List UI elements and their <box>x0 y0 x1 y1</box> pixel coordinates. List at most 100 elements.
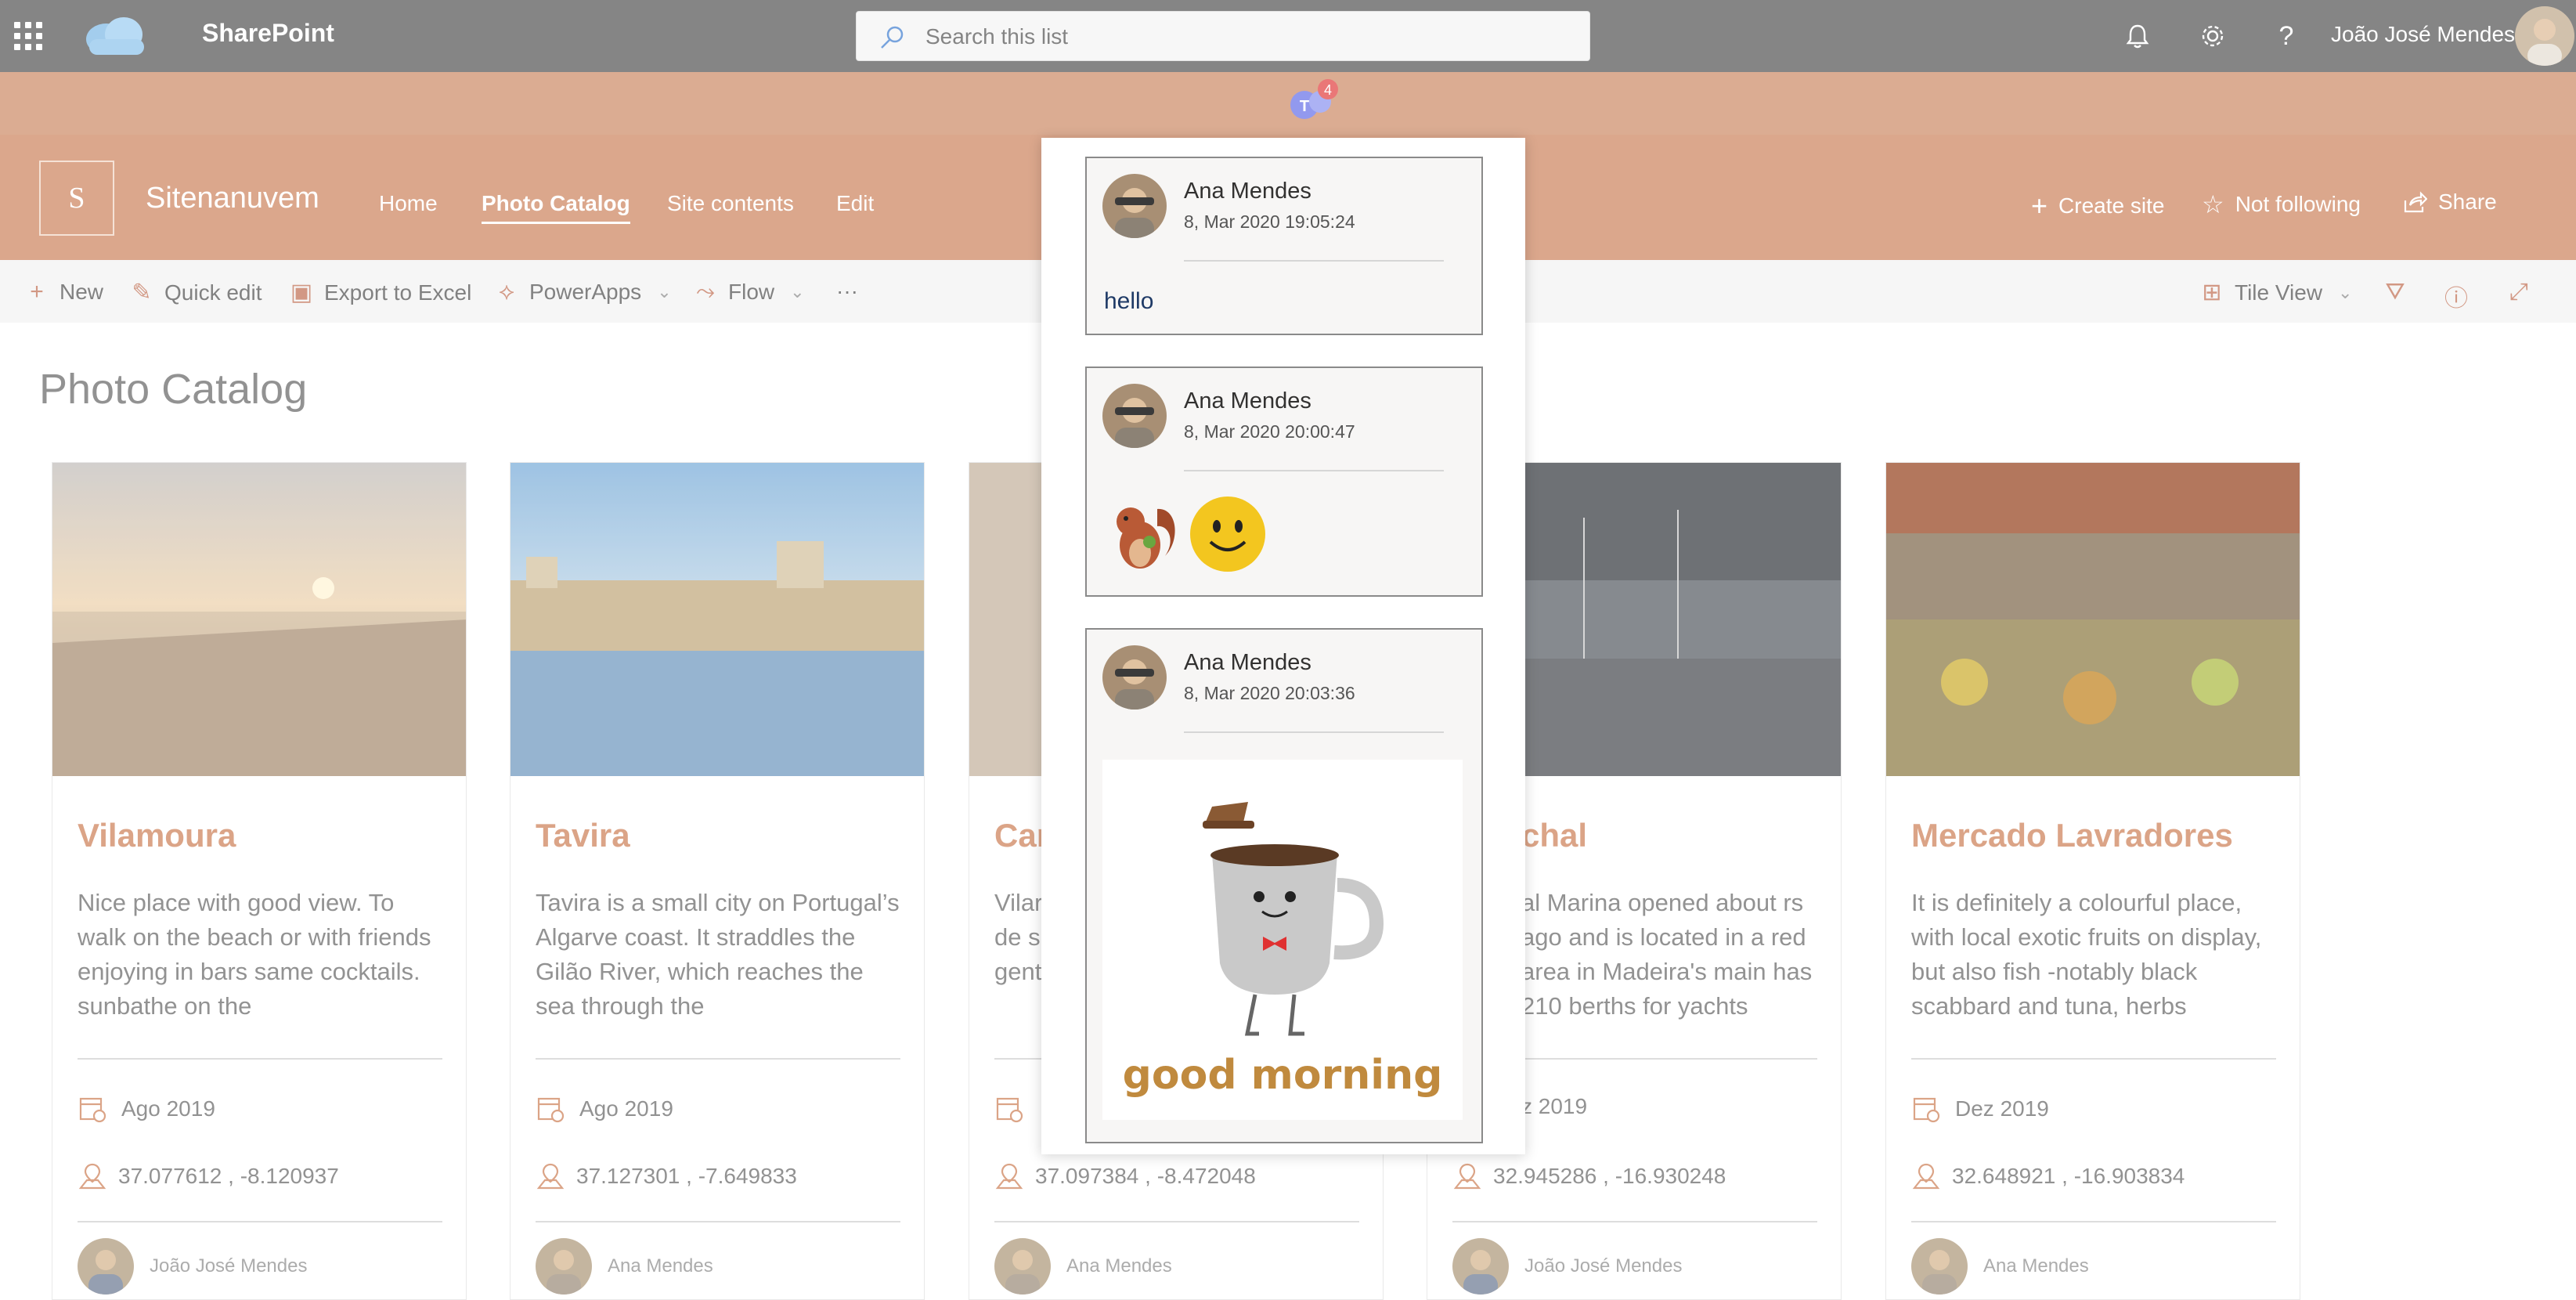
tile-coords-text: 37.127301 , -7.649833 <box>576 1164 797 1188</box>
search-icon <box>881 26 904 49</box>
page-title: Photo Catalog <box>39 366 308 413</box>
site-name[interactable]: Sitenanuvem <box>146 182 319 215</box>
author-avatar <box>1452 1238 1509 1295</box>
view-label: Tile View <box>2235 280 2323 305</box>
notifications-icon[interactable] <box>2119 17 2156 55</box>
chat-message[interactable]: Ana Mendes 8, Mar 2020 20:00:47 <box>1085 367 1483 597</box>
divider <box>1184 470 1444 471</box>
divider <box>536 1058 900 1060</box>
user-name[interactable]: João José Mendes <box>2331 22 2515 47</box>
export-label: Export to Excel <box>324 280 472 305</box>
tile-coords-text: 32.945286 , -16.930248 <box>1493 1164 1726 1188</box>
export-excel-button[interactable]: ▣ Export to Excel <box>288 279 472 306</box>
gif-caption: good morning <box>1123 1052 1443 1099</box>
message-avatar <box>1102 384 1167 448</box>
tile-title[interactable]: Vilamoura <box>78 817 236 854</box>
tile-card[interactable]: Vilamoura Nice place with good view. To … <box>52 462 467 1300</box>
author-avatar <box>536 1238 592 1295</box>
chevron-down-icon: ⌄ <box>657 282 672 302</box>
author-avatar <box>1911 1238 1968 1295</box>
tile-author: Ana Mendes <box>1911 1238 2089 1295</box>
divider <box>1911 1058 2276 1060</box>
divider <box>78 1058 442 1060</box>
tile-date: Ago 2019 <box>78 1094 215 1124</box>
teams-icon[interactable]: T 4 <box>1281 78 1340 128</box>
flow-label: Flow <box>728 280 775 304</box>
message-time: 8, Mar 2020 19:05:24 <box>1184 211 1355 232</box>
flow-button[interactable]: ⤳ Flow ⌄ <box>692 279 805 305</box>
filter-icon: ⛛ <box>2385 279 2405 305</box>
tile-date-text: Dez 2019 <box>1955 1096 2049 1121</box>
tile-author: João José Mendes <box>78 1238 307 1295</box>
more-icon: ··· <box>836 279 858 303</box>
tile-coordinates: 32.945286 , -16.930248 <box>1452 1161 1726 1191</box>
star-icon: ☆ <box>2202 190 2224 218</box>
tile-coordinates: 37.127301 , -7.649833 <box>536 1161 797 1191</box>
tile-card[interactable]: Tavira Tavira is a small city on Portuga… <box>510 462 925 1300</box>
settings-icon[interactable] <box>2194 17 2231 55</box>
map-pin-icon <box>1912 1163 1940 1190</box>
tile-title[interactable]: Mercado Lavradores <box>1911 817 2233 854</box>
tile-coords-text: 37.097384 , -8.472048 <box>1035 1164 1256 1188</box>
tile-title[interactable]: chal <box>1521 817 1587 854</box>
more-button[interactable]: ··· <box>836 279 858 304</box>
squirrel-emoji-icon <box>1117 507 1175 569</box>
author-avatar <box>78 1238 134 1295</box>
filter-button[interactable]: ⛛ <box>2382 279 2408 305</box>
view-switcher[interactable]: ⊞ Tile View ⌄ <box>2199 279 2352 306</box>
message-avatar <box>1102 645 1167 710</box>
tile-coordinates: 37.077612 , -8.120937 <box>78 1161 339 1191</box>
search-box[interactable] <box>856 11 1590 61</box>
nav-home[interactable]: Home <box>379 191 438 216</box>
site-logo[interactable]: S <box>39 161 114 236</box>
nav-photo-catalog[interactable]: Photo Catalog <box>482 191 630 224</box>
waffle-icon[interactable] <box>14 22 42 50</box>
tile-date-text: Ago 2019 <box>579 1096 673 1121</box>
share-label: Share <box>2438 190 2497 214</box>
info-button[interactable]: ⓘ <box>2443 279 2470 313</box>
teams-badge-count: 4 <box>1324 82 1332 98</box>
nav-edit[interactable]: Edit <box>836 191 874 216</box>
nav-site-contents[interactable]: Site contents <box>667 191 794 216</box>
tile-author: Ana Mendes <box>994 1238 1172 1295</box>
svg-text:T: T <box>1300 98 1309 115</box>
calendar-icon <box>79 1097 106 1123</box>
author-name: João José Mendes <box>1524 1255 1683 1277</box>
powerapps-button[interactable]: ⟡ PowerApps ⌄ <box>493 279 672 305</box>
share-button[interactable]: Share <box>2404 190 2497 215</box>
app-name[interactable]: SharePoint <box>202 19 334 48</box>
tile-description: Tavira is a small city on Portugal’s Alg… <box>536 889 900 1020</box>
chat-message[interactable]: Ana Mendes 8, Mar 2020 20:03:36 good mor… <box>1085 628 1483 1143</box>
create-site-label: Create site <box>2058 193 2165 218</box>
good-morning-gif[interactable]: good morning <box>1102 760 1463 1120</box>
new-button[interactable]: + New <box>23 279 103 305</box>
quick-edit-button[interactable]: ✎ Quick edit <box>128 279 262 306</box>
not-following-button[interactable]: ☆ Not following <box>2202 190 2361 219</box>
tile-card[interactable]: Mercado Lavradores It is definitely a co… <box>1885 462 2300 1300</box>
plus-icon: + <box>2031 190 2048 222</box>
search-input[interactable] <box>925 21 1568 52</box>
divider <box>1452 1221 1817 1222</box>
teams-chat-panel[interactable]: Ana Mendes 8, Mar 2020 19:05:24 hello An… <box>1041 138 1525 1154</box>
chat-message[interactable]: Ana Mendes 8, Mar 2020 19:05:24 hello <box>1085 157 1483 335</box>
divider <box>1911 1221 2276 1222</box>
tile-date-text: z 2019 <box>1521 1094 1588 1118</box>
user-avatar[interactable] <box>2515 6 2574 66</box>
message-text: hello <box>1104 288 1154 314</box>
message-time: 8, Mar 2020 20:00:47 <box>1184 421 1355 442</box>
tile-coordinates: 32.648921 , -16.903834 <box>1911 1161 2185 1191</box>
info-icon: ⓘ <box>2444 286 2468 312</box>
onedrive-cloud-icon[interactable] <box>78 11 150 60</box>
tile-title[interactable]: Tavira <box>536 817 630 854</box>
help-icon[interactable]: ? <box>2268 17 2305 55</box>
create-site-button[interactable]: + Create site <box>2031 190 2164 222</box>
divider <box>78 1221 442 1222</box>
smiley-emoji-icon <box>1190 497 1265 572</box>
expand-button[interactable]: ⤢ <box>2506 279 2532 305</box>
divider <box>1184 731 1444 733</box>
chevron-down-icon: ⌄ <box>2338 282 2353 302</box>
author-name: João José Mendes <box>150 1255 308 1277</box>
tile-author: Ana Mendes <box>536 1238 713 1295</box>
excel-icon: ▣ <box>290 280 313 305</box>
message-author: Ana Mendes <box>1184 388 1311 413</box>
